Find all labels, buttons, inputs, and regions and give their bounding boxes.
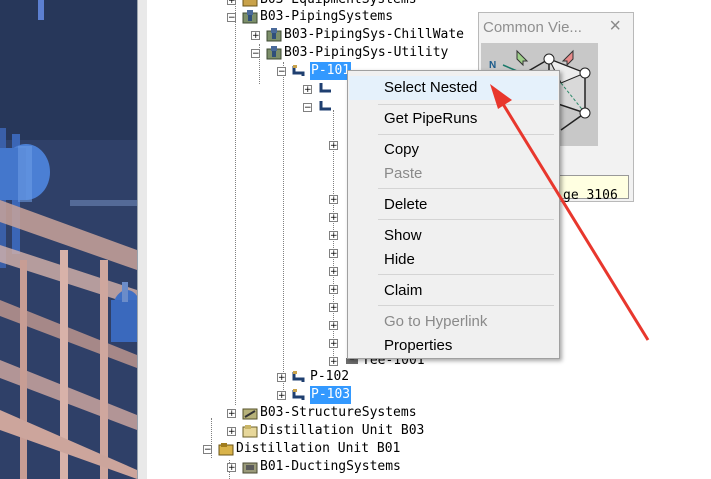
- menu-item-go-to-hyperlink: Go to Hyperlink: [384, 313, 488, 330]
- 3d-viewport[interactable]: [0, 0, 137, 479]
- tree-node-pipe-run[interactable]: −: [303, 98, 336, 116]
- tree-node-label: B03-PipingSystems: [260, 9, 394, 24]
- menu-separator: [378, 134, 554, 135]
- tree-node-b03-structuresystems[interactable]: + B03-StructureSystems: [227, 404, 417, 422]
- tree-node-label: B03-StructureSystems: [260, 405, 417, 420]
- expand-toggle[interactable]: +: [227, 462, 236, 472]
- tree-node-collapsed-child[interactable]: +: [329, 262, 344, 280]
- context-menu[interactable]: Select Nested Get PipeRuns Copy Paste De…: [347, 70, 560, 359]
- tree-node-p-103[interactable]: + P-103: [277, 386, 352, 404]
- tree-node-pipe-run[interactable]: +: [303, 80, 336, 98]
- tree-node-collapsed-child[interactable]: +: [329, 334, 344, 352]
- menu-separator: [378, 104, 554, 105]
- expand-toggle[interactable]: +: [329, 356, 338, 366]
- plant-model-graphic: [0, 0, 137, 479]
- tree-guide-line: [283, 62, 284, 394]
- tree-node-label: Distillation Unit B03: [260, 423, 425, 438]
- tree-node-label: B03-PipingSys-Utility: [284, 45, 449, 60]
- menu-item-hide[interactable]: Hide: [349, 248, 558, 272]
- unit-folder-icon: [242, 425, 258, 438]
- tree-guide-line: [235, 0, 236, 405]
- tree-node-label: P-102: [310, 369, 350, 384]
- tree-node-collapsed-child[interactable]: +: [329, 226, 344, 244]
- collapse-toggle[interactable]: −: [227, 12, 236, 22]
- expand-toggle[interactable]: +: [329, 230, 338, 240]
- menu-item-paste: Paste: [384, 165, 423, 182]
- expand-toggle[interactable]: +: [277, 390, 286, 400]
- expand-toggle[interactable]: +: [227, 408, 236, 418]
- tree-node-p-101[interactable]: − P-101: [277, 62, 352, 80]
- collapse-toggle[interactable]: −: [251, 48, 260, 58]
- pipeline-icon: [292, 371, 305, 382]
- menu-item-show[interactable]: Show: [349, 224, 558, 248]
- tree-node-label-selected: P-101: [310, 62, 352, 80]
- tree-node-p-102[interactable]: + P-102: [277, 368, 349, 386]
- expand-toggle[interactable]: +: [329, 212, 338, 222]
- expand-toggle[interactable]: +: [227, 426, 236, 436]
- tree-node-distillation-unit-b03[interactable]: + Distillation Unit B03: [227, 422, 424, 440]
- tree-node-b03-pipingsys-chillwater[interactable]: + B03-PipingSys-ChillWate: [251, 26, 464, 44]
- menu-separator: [378, 188, 554, 189]
- collapse-toggle[interactable]: −: [277, 66, 286, 76]
- tree-node-collapsed-child[interactable]: +: [329, 316, 344, 334]
- tree-node-collapsed-child[interactable]: +: [329, 280, 344, 298]
- collapse-toggle[interactable]: −: [303, 102, 312, 112]
- expand-toggle[interactable]: +: [329, 248, 338, 258]
- expand-toggle[interactable]: +: [303, 84, 312, 94]
- expand-toggle[interactable]: +: [227, 0, 236, 5]
- tree-node-collapsed-child[interactable]: +: [329, 190, 344, 208]
- pipe-run-icon: [319, 83, 331, 93]
- expand-toggle[interactable]: +: [329, 284, 338, 294]
- pipeline-icon: [292, 65, 305, 76]
- expand-toggle[interactable]: +: [329, 266, 338, 276]
- collapse-toggle[interactable]: −: [203, 444, 212, 454]
- tree-node-collapsed-child[interactable]: +: [329, 298, 344, 316]
- piping-system-icon: [242, 10, 258, 24]
- structure-system-icon: [242, 408, 258, 420]
- expand-toggle[interactable]: +: [329, 320, 338, 330]
- expand-toggle[interactable]: +: [329, 338, 338, 348]
- pipeline-icon: [292, 389, 305, 400]
- pipe-run-icon: [319, 101, 331, 111]
- menu-separator: [378, 274, 554, 275]
- expand-toggle[interactable]: +: [277, 372, 286, 382]
- system-folder-icon: [242, 0, 258, 7]
- piping-system-icon: [266, 28, 282, 42]
- menu-separator: [378, 305, 554, 306]
- piping-system-icon: [266, 46, 282, 60]
- tree-node-label-partial: ge 3106: [563, 188, 618, 203]
- tree-node-collapsed-child[interactable]: +: [329, 136, 344, 154]
- tree-node-collapsed-child[interactable]: +: [329, 244, 344, 262]
- menu-item-copy[interactable]: Copy: [349, 138, 558, 162]
- tree-node-b03-pipingsystems[interactable]: − B03-PipingSystems: [227, 8, 393, 26]
- close-icon[interactable]: ×: [609, 15, 621, 38]
- tree-node-b01-ductingsystems[interactable]: + B01-DuctingSystems: [227, 458, 401, 476]
- menu-item-claim[interactable]: Claim: [349, 279, 558, 303]
- menu-separator: [378, 219, 554, 220]
- menu-item-select-nested[interactable]: Select Nested: [349, 76, 558, 100]
- tree-node-label: Distillation Unit B01: [236, 441, 401, 456]
- menu-item-delete[interactable]: Delete: [349, 193, 558, 217]
- expand-toggle[interactable]: +: [251, 30, 260, 40]
- tree-node-distillation-unit-b01[interactable]: − Distillation Unit B01: [203, 440, 400, 458]
- ducting-system-icon: [242, 462, 258, 474]
- tree-node-label: B03-PipingSys-ChillWate: [284, 27, 465, 42]
- unit-folder-icon: [218, 443, 234, 456]
- tree-node-label-selected: P-103: [310, 386, 352, 404]
- expand-toggle[interactable]: +: [329, 140, 338, 150]
- expand-toggle[interactable]: +: [329, 302, 338, 312]
- menu-item-get-piperuns[interactable]: Get PipeRuns: [349, 107, 558, 131]
- tree-node-b03-pipingsys-utility[interactable]: − B03-PipingSys-Utility: [251, 44, 448, 62]
- tree-node-label: B01-DuctingSystems: [260, 459, 401, 474]
- expand-toggle[interactable]: +: [329, 194, 338, 204]
- tree-node-collapsed-child[interactable]: +: [329, 208, 344, 226]
- common-views-title: Common Vie...: [483, 19, 582, 36]
- menu-item-properties[interactable]: Properties: [349, 334, 558, 358]
